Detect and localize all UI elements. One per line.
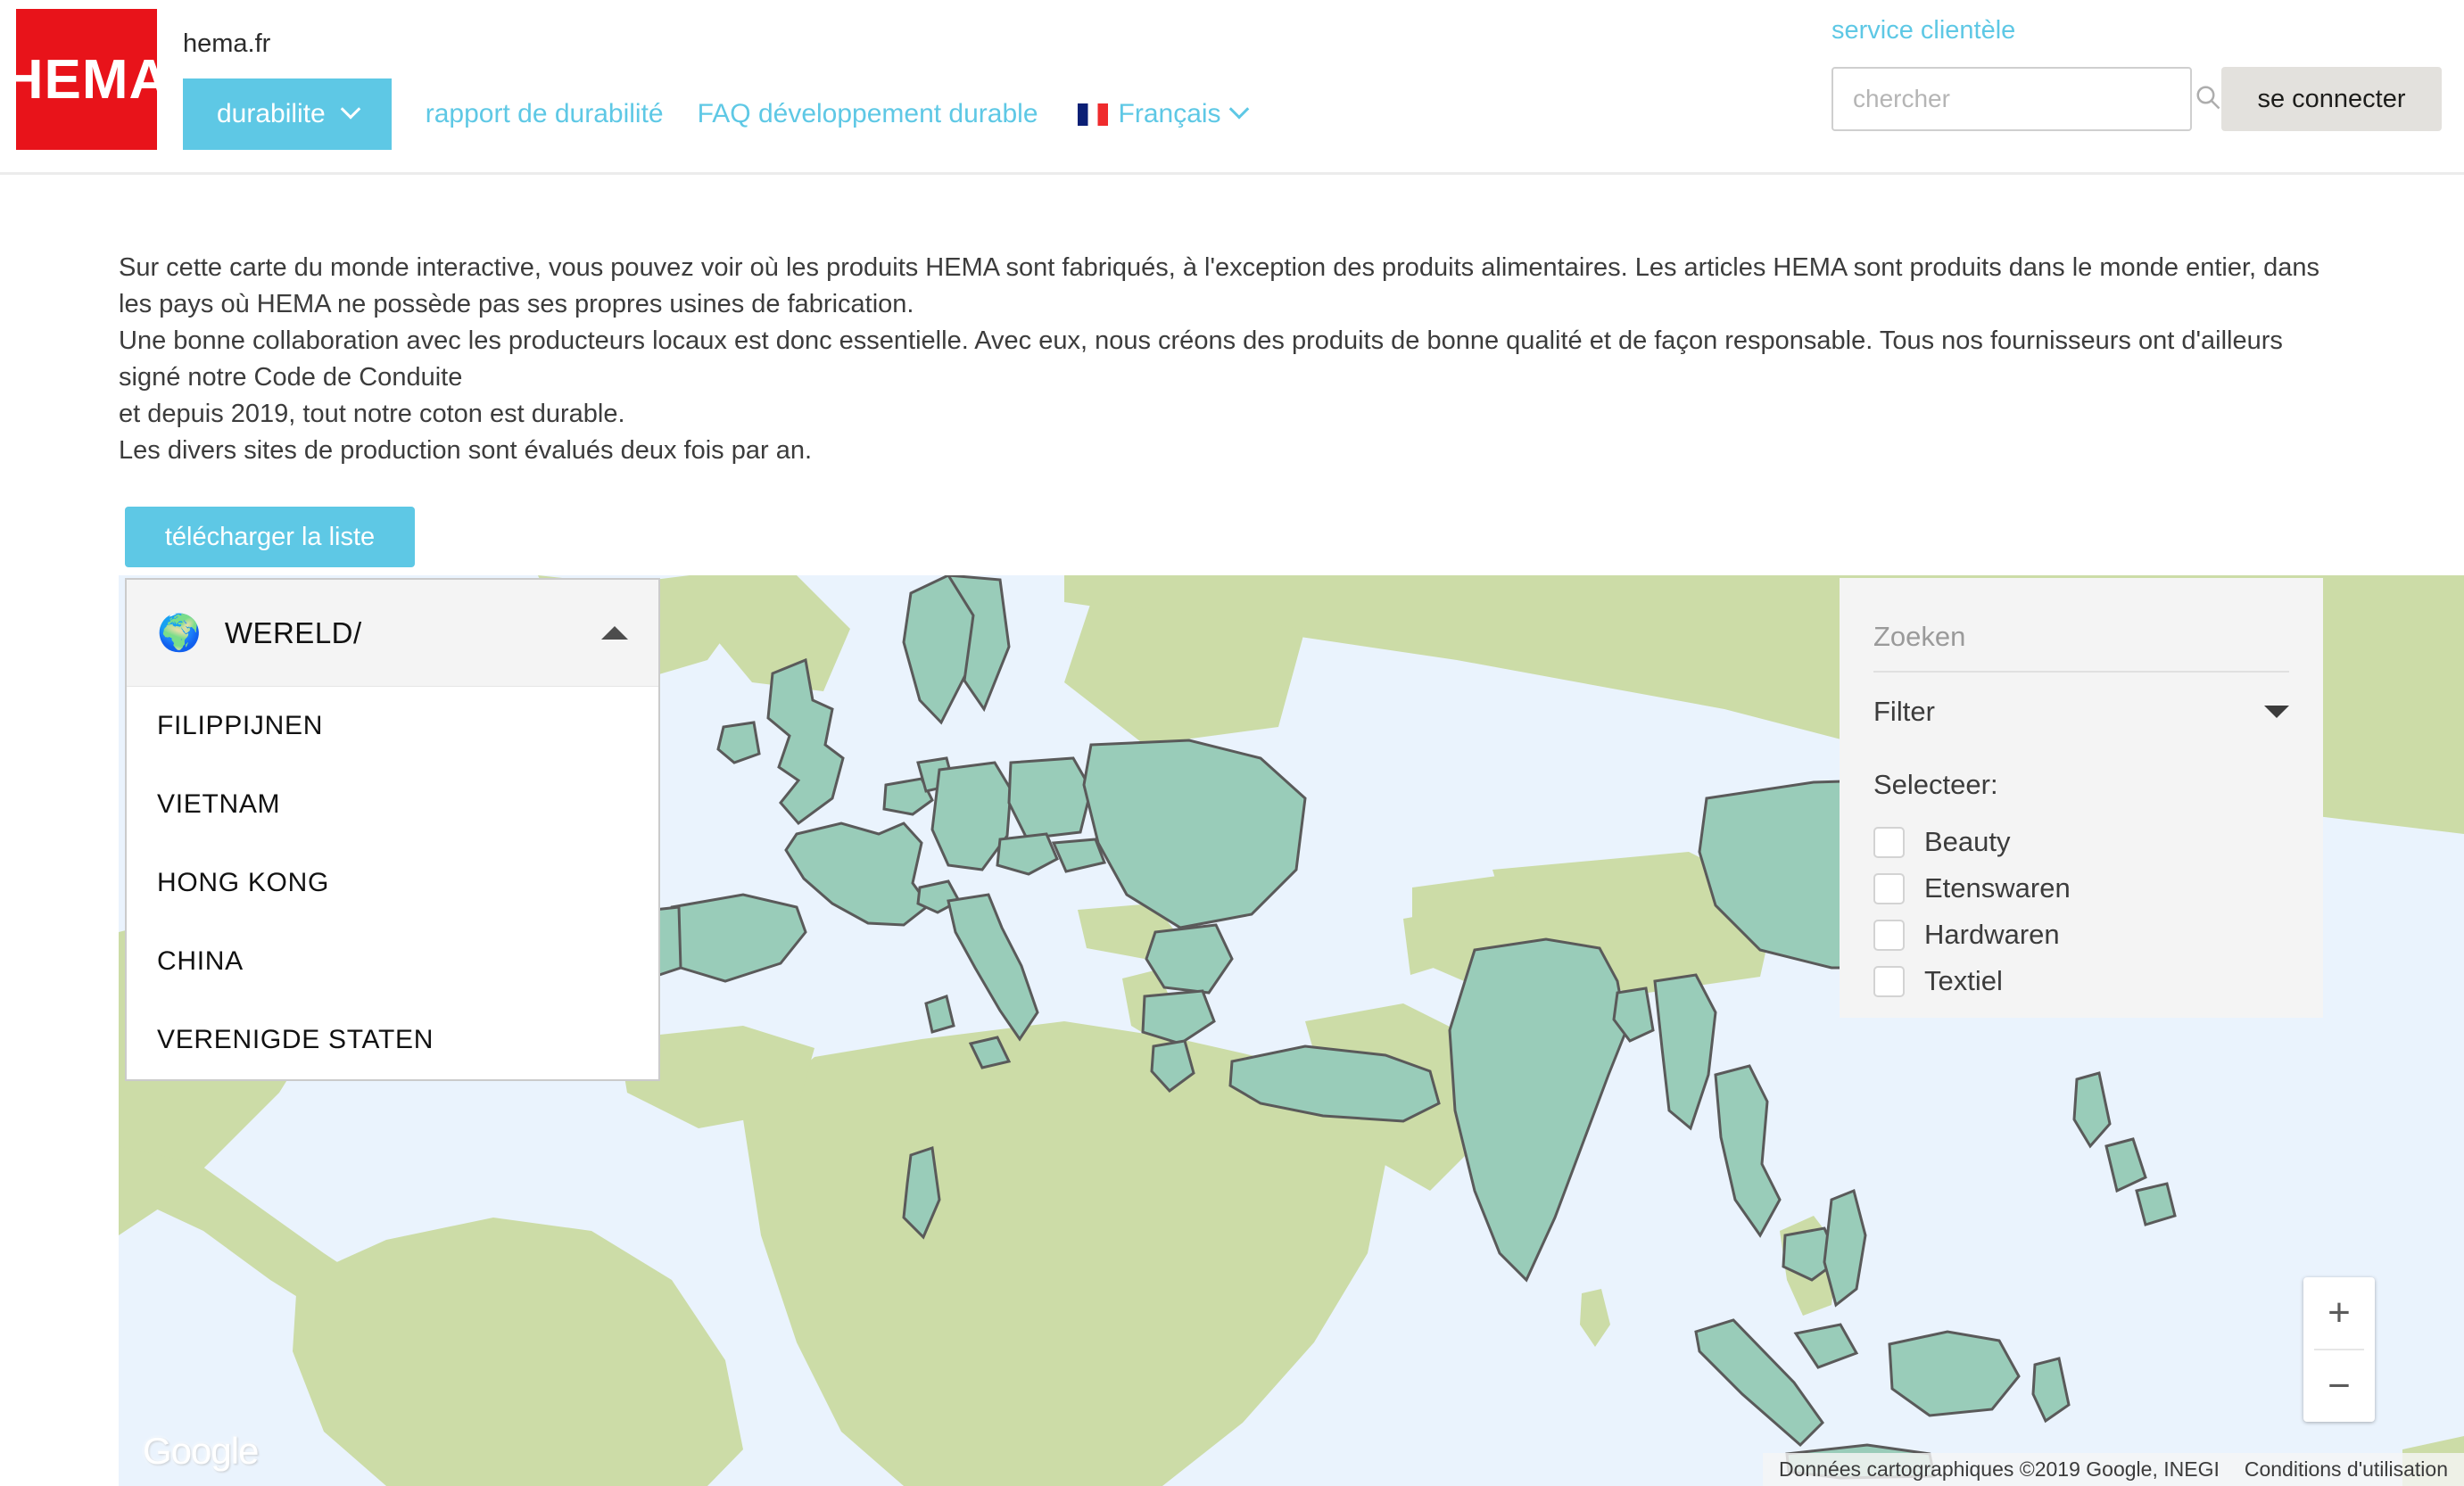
country-dropdown-panel: 🌍 WERELD/ FILIPPIJNEN VIETNAM HONG KONG … bbox=[125, 578, 660, 1081]
filter-checkbox-beauty[interactable]: Beauty bbox=[1873, 819, 2289, 865]
download-list-button[interactable]: télécharger la liste bbox=[125, 507, 415, 567]
site-header: HEMA hema.fr durabilite rapport de durab… bbox=[0, 0, 2464, 175]
filter-select-heading: Selecteer: bbox=[1873, 769, 1998, 800]
filter-select-label: Filter bbox=[1873, 696, 1935, 727]
primary-navigation: durabilite rapport de durabilité FAQ dév… bbox=[183, 78, 1249, 150]
zoom-out-button[interactable]: − bbox=[2303, 1350, 2375, 1422]
filter-search-row[interactable] bbox=[1873, 603, 2289, 673]
nav-link-faq-developpement-durable[interactable]: FAQ développement durable bbox=[698, 99, 1038, 129]
map-attribution: Données cartographiques ©2019 Google, IN… bbox=[1762, 1453, 2464, 1486]
filter-checkbox-label: Textiel bbox=[1924, 965, 2003, 996]
intro-line-3: et depuis 2019, tout notre coton est dur… bbox=[119, 400, 625, 428]
checkbox-icon[interactable] bbox=[1873, 919, 1905, 951]
country-item-filippijnen[interactable]: FILIPPIJNEN bbox=[127, 687, 658, 765]
country-item-vietnam[interactable]: VIETNAM bbox=[127, 765, 658, 844]
map-zoom-controls: + − bbox=[2303, 1277, 2375, 1422]
country-item-hong-kong[interactable]: HONG KONG bbox=[127, 844, 658, 922]
zoom-in-button[interactable]: + bbox=[2303, 1277, 2375, 1349]
service-clientele-link[interactable]: service clientèle bbox=[1831, 16, 2015, 45]
google-logo: Google bbox=[143, 1430, 259, 1472]
language-label: Français bbox=[1118, 99, 1221, 128]
checkbox-icon[interactable] bbox=[1873, 965, 1905, 997]
intro-line-1: Sur cette carte du monde interactive, vo… bbox=[119, 253, 2320, 318]
language-selector[interactable]: Français bbox=[1077, 99, 1249, 129]
search-icon[interactable] bbox=[2195, 84, 2221, 115]
filter-search-input[interactable] bbox=[1873, 621, 2289, 653]
caret-down-icon[interactable] bbox=[2264, 706, 2289, 718]
country-item-verenigde-staten[interactable]: VERENIGDE STATEN bbox=[127, 1001, 658, 1079]
nav-link-rapport-durabilite[interactable]: rapport de durabilité bbox=[426, 99, 664, 129]
site-name: hema.fr bbox=[183, 29, 271, 58]
filter-select-dropdown[interactable]: Filter bbox=[1873, 673, 2289, 751]
flag-france-icon bbox=[1077, 103, 1108, 126]
map-data-credit: Données cartographiques ©2019 Google, IN… bbox=[1778, 1457, 2220, 1481]
nav-durabilite-button[interactable]: durabilite bbox=[183, 78, 392, 150]
filter-checkbox-label: Hardwaren bbox=[1924, 919, 2060, 950]
filter-checkbox-label: Etenswaren bbox=[1924, 872, 2071, 904]
chevron-down-icon bbox=[1228, 99, 1249, 120]
hema-logo[interactable]: HEMA bbox=[4, 9, 169, 150]
filter-checkbox-etenswaren[interactable]: Etenswaren bbox=[1873, 865, 2289, 912]
filter-checkbox-textiel[interactable]: Textiel bbox=[1873, 958, 2289, 1004]
map-filter-panel: Filter Selecteer: Beauty Etenswaren Hard… bbox=[1840, 578, 2323, 1018]
globe-icon: 🌍 bbox=[157, 613, 202, 653]
checkbox-icon[interactable] bbox=[1873, 826, 1905, 858]
checkbox-icon[interactable] bbox=[1873, 872, 1905, 904]
country-dropdown-header[interactable]: 🌍 WERELD/ bbox=[127, 580, 658, 687]
country-dropdown-label: WERELD/ bbox=[224, 615, 362, 649]
nav-durabilite-label: durabilite bbox=[217, 99, 326, 128]
search-input[interactable] bbox=[1833, 85, 2195, 113]
filter-checkbox-hardwaren[interactable]: Hardwaren bbox=[1873, 912, 2289, 958]
login-button[interactable]: se connecter bbox=[2221, 67, 2442, 131]
filter-checkbox-label: Beauty bbox=[1924, 826, 2011, 857]
intro-paragraph: Sur cette carte du monde interactive, vo… bbox=[119, 250, 2331, 469]
caret-up-icon[interactable] bbox=[601, 626, 628, 640]
header-search-box[interactable] bbox=[1831, 67, 2220, 131]
intro-line-4: Les divers sites de production sont éval… bbox=[119, 436, 813, 465]
intro-line-2: Une bonne collaboration avec les product… bbox=[119, 326, 2283, 392]
terms-of-use-link[interactable]: Conditions d'utilisation bbox=[2245, 1457, 2448, 1482]
chevron-down-icon bbox=[340, 99, 361, 120]
country-item-china[interactable]: CHINA bbox=[127, 922, 658, 1001]
